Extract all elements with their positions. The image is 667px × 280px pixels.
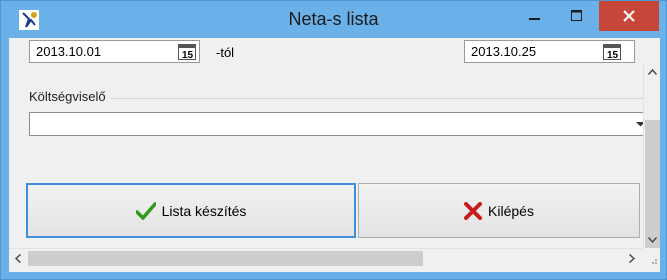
app-window: Neta-s lista 2013.10.01 15 -tól 2013.10.… [0,0,667,280]
scroll-down-button[interactable] [644,231,660,248]
client-area: 2013.10.01 15 -tól 2013.10.25 15 Költség… [9,38,660,272]
horizontal-scroll-thumb[interactable] [28,251,423,266]
chevron-up-icon [648,68,657,75]
create-list-button[interactable]: Lista készítés [26,183,356,238]
scroll-left-button[interactable] [9,250,26,267]
size-grip[interactable] [643,248,660,267]
scroll-up-button[interactable] [644,63,660,80]
calendar-icon: 15 [179,45,195,61]
group-label: Költségviselő [29,89,106,104]
minimize-icon [529,18,540,20]
minimize-button[interactable] [516,1,554,31]
resize-grip-icon [652,259,657,264]
scroll-right-button[interactable] [623,250,640,267]
x-icon [464,201,483,220]
horizontal-scrollbar[interactable] [9,248,643,267]
date-to-field[interactable]: 2013.10.25 15 [464,40,635,63]
date-to-calendar-button[interactable]: 15 [603,44,621,61]
exit-label: Kilépés [488,202,534,219]
maximize-icon [571,10,582,21]
app-icon[interactable] [18,9,40,31]
date-from-value: 2013.10.01 [36,44,102,59]
svg-text:15: 15 [607,50,619,61]
close-button[interactable] [599,1,659,31]
chevron-right-icon [628,254,635,263]
date-from-calendar-button[interactable]: 15 [178,44,196,61]
chevron-left-icon [14,254,21,263]
checkmark-icon [135,201,156,220]
title-bar[interactable]: Neta-s lista [1,1,666,38]
chevron-down-icon [648,236,657,243]
date-to-value: 2013.10.25 [471,44,537,59]
date-from-suffix: -tól [216,45,235,60]
calendar-icon: 15 [604,45,620,61]
cost-bearer-combo[interactable] [29,112,649,136]
maximize-button[interactable] [558,1,596,31]
group-divider [111,98,643,99]
vertical-scrollbar[interactable] [643,63,660,250]
svg-text:15: 15 [182,50,194,61]
create-list-label: Lista készítés [161,202,247,219]
exit-button[interactable]: Kilépés [358,183,640,238]
window-title: Neta-s lista [288,9,379,29]
close-icon [623,10,635,22]
date-from-field[interactable]: 2013.10.01 15 [29,40,200,63]
